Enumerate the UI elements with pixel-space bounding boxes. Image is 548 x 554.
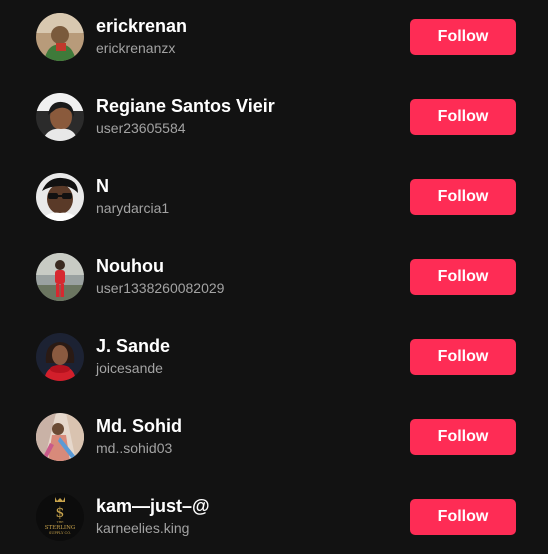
follow-button[interactable]: Follow — [410, 179, 516, 215]
avatar[interactable] — [36, 413, 84, 461]
username: user1338260082029 — [96, 280, 225, 296]
list-item[interactable]: Regiane Santos Vieir user23605584 Follow — [0, 80, 548, 160]
follow-button[interactable]: Follow — [410, 419, 516, 455]
display-name[interactable]: N — [96, 175, 109, 197]
follow-button[interactable]: Follow — [410, 99, 516, 135]
display-name[interactable]: Nouhou — [96, 255, 164, 277]
list-item[interactable]: erickrenan erickrenanzx Follow — [0, 0, 548, 80]
svg-text:SUPPLY CO.: SUPPLY CO. — [49, 531, 71, 535]
display-name[interactable]: erickrenan — [96, 15, 187, 37]
avatar[interactable] — [36, 93, 84, 141]
username: erickrenanzx — [96, 40, 176, 56]
suggested-accounts-list: erickrenan erickrenanzx Follow Regiane S… — [0, 0, 548, 554]
avatar[interactable] — [36, 13, 84, 61]
avatar[interactable] — [36, 173, 84, 221]
username: karneelies.king — [96, 520, 190, 536]
follow-button[interactable]: Follow — [410, 259, 516, 295]
list-item[interactable]: $ THE STERLING SUPPLY CO. kam—just–@ kar… — [0, 480, 548, 554]
display-name[interactable]: Md. Sohid — [96, 415, 182, 437]
follow-button[interactable]: Follow — [410, 19, 516, 55]
username: joicesande — [96, 360, 163, 376]
svg-text:$: $ — [56, 505, 65, 521]
avatar[interactable]: $ THE STERLING SUPPLY CO. — [36, 493, 84, 541]
display-name[interactable]: Regiane Santos Vieir — [96, 95, 275, 117]
svg-text:THE: THE — [57, 520, 64, 524]
display-name[interactable]: kam—just–@ — [96, 495, 210, 517]
list-item[interactable]: N narydarcia1 Follow — [0, 160, 548, 240]
follow-button[interactable]: Follow — [410, 339, 516, 375]
username: user23605584 — [96, 120, 186, 136]
display-name[interactable]: J. Sande — [96, 335, 170, 357]
username: md..sohid03 — [96, 440, 173, 456]
list-item[interactable]: Md. Sohid md..sohid03 Follow — [0, 400, 548, 480]
list-item[interactable]: J. Sande joicesande Follow — [0, 320, 548, 400]
username: narydarcia1 — [96, 200, 170, 216]
list-item[interactable]: Nouhou user1338260082029 Follow — [0, 240, 548, 320]
avatar[interactable] — [36, 253, 84, 301]
follow-button[interactable]: Follow — [410, 499, 516, 535]
avatar[interactable] — [36, 333, 84, 381]
